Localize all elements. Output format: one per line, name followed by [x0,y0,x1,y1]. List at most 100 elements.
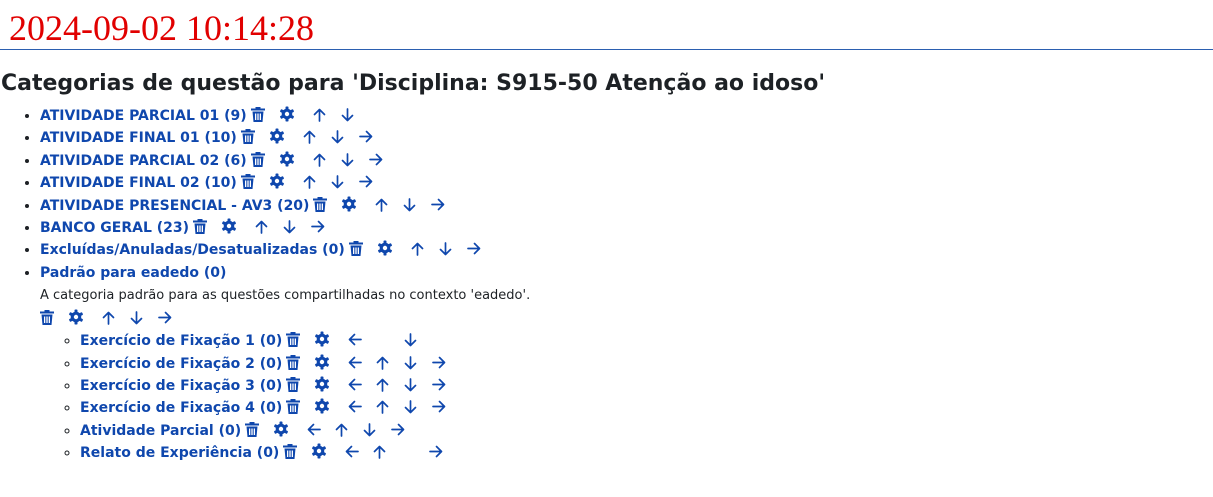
move-down-button[interactable] [439,242,452,256]
gear-icon [274,421,289,437]
arrow-up-icon [376,198,388,212]
move-down-button[interactable] [404,355,417,370]
move-right-button[interactable] [158,311,172,325]
move-right-button[interactable] [432,356,446,370]
delete-category-button[interactable] [250,151,265,167]
move-right-button[interactable] [311,220,325,234]
edit-category-button[interactable] [279,106,295,122]
move-left-button[interactable] [348,400,363,414]
edit-category-button[interactable] [314,376,330,392]
delete-category-button[interactable] [245,421,260,437]
category-link[interactable]: Excluídas/Anuladas/Desatualizadas (0) [40,242,345,258]
move-up-button[interactable] [313,153,326,167]
edit-category-button[interactable] [221,218,237,234]
move-up-button[interactable] [376,400,389,415]
move-down-button[interactable] [283,220,296,234]
move-down-button[interactable] [404,378,417,392]
category-link[interactable]: ATIVIDADE PARCIAL 01 (9) [40,108,247,124]
delete-category-button[interactable] [240,129,255,145]
delete-category-button[interactable] [283,444,298,460]
category-link[interactable]: Exercício de Fixação 2 (0) [80,356,282,372]
move-up-button[interactable] [335,423,348,437]
move-down-button[interactable] [363,423,376,437]
move-left-button[interactable] [348,356,363,370]
move-up-button[interactable] [255,220,268,234]
edit-category-button[interactable] [314,354,330,370]
arrow-up-icon [255,220,268,234]
arrow-up-icon [376,378,389,392]
move-down-button[interactable] [341,108,354,122]
move-up-button[interactable] [411,242,424,257]
move-right-button[interactable] [466,242,481,256]
delete-category-button[interactable] [250,107,265,122]
delete-category-button[interactable] [286,354,301,370]
move-right-button[interactable] [432,400,446,414]
move-down-button[interactable] [331,130,344,144]
move-right-button[interactable] [358,175,373,189]
category-link[interactable]: ATIVIDADE FINAL 01 (10) [40,130,237,146]
move-down-button[interactable] [130,311,143,325]
move-up-button[interactable] [303,130,316,145]
arrow-up-icon [313,153,326,167]
move-up-button[interactable] [102,311,115,326]
category-link[interactable]: Relato de Experiência (0) [80,445,279,461]
move-left-button[interactable] [345,445,360,459]
edit-category-button[interactable] [314,331,330,347]
category-link[interactable]: ATIVIDADE PRESENCIAL - AV3 (20) [40,198,309,214]
delete-category-button[interactable] [313,196,328,212]
move-right-button[interactable] [431,198,445,212]
move-down-button[interactable] [404,400,417,414]
arrow-left-icon [345,445,360,458]
edit-category-button[interactable] [269,128,285,144]
category-link[interactable]: Exercício de Fixação 3 (0) [80,378,282,394]
move-up-button[interactable] [375,198,388,212]
move-up-button[interactable] [313,108,326,122]
delete-category-button[interactable] [240,174,255,190]
category-link[interactable]: Atividade Parcial (0) [80,423,241,439]
move-left-button[interactable] [348,378,363,392]
edit-category-button[interactable] [311,443,327,459]
move-down-button[interactable] [404,333,417,347]
move-up-button[interactable] [376,378,389,392]
edit-category-button[interactable] [273,421,289,437]
edit-category-button[interactable] [377,240,393,256]
move-down-button[interactable] [341,152,354,167]
move-right-button[interactable] [368,153,383,167]
move-right-button[interactable] [358,130,373,144]
arrow-up-icon [335,423,348,437]
arrow-up-icon [376,356,389,370]
edit-category-button[interactable] [68,309,84,325]
move-right-button[interactable] [391,423,405,437]
move-up-button[interactable] [376,356,389,370]
move-down-button[interactable] [331,175,344,189]
delete-category-button[interactable] [193,219,208,235]
move-up-button[interactable] [373,445,386,460]
category-link[interactable]: ATIVIDADE FINAL 02 (10) [40,175,237,191]
move-left-button[interactable] [307,423,321,437]
arrow-up-icon [303,131,316,145]
delete-category-button[interactable] [348,241,363,257]
move-right-button[interactable] [429,445,443,459]
category-item-default: Padrão para eadedo (0) A categoria padrão… [40,262,530,308]
trash-icon [286,399,301,415]
gear-icon [315,331,330,347]
delete-category-button[interactable] [40,310,54,326]
category-link[interactable]: ATIVIDADE PARCIAL 02 (6) [40,153,247,169]
arrow-right-icon [466,243,481,255]
category-link[interactable]: Padrão para eadedo (0) [40,265,226,281]
category-link[interactable]: Exercício de Fixação 4 (0) [80,400,282,416]
delete-category-button[interactable] [286,332,301,348]
edit-category-button[interactable] [279,151,295,167]
edit-category-button[interactable] [341,196,357,212]
delete-category-button[interactable] [286,377,301,393]
delete-category-button[interactable] [286,399,301,415]
move-left-button[interactable] [348,333,363,347]
category-link[interactable]: Exercício de Fixação 1 (0) [80,333,282,349]
move-up-button[interactable] [303,175,316,190]
move-down-button[interactable] [403,197,416,212]
edit-category-button[interactable] [314,398,330,414]
move-right-button[interactable] [432,378,446,392]
edit-category-button[interactable] [269,173,285,189]
gear-icon [377,240,392,256]
category-link[interactable]: BANCO GERAL (23) [40,220,189,236]
